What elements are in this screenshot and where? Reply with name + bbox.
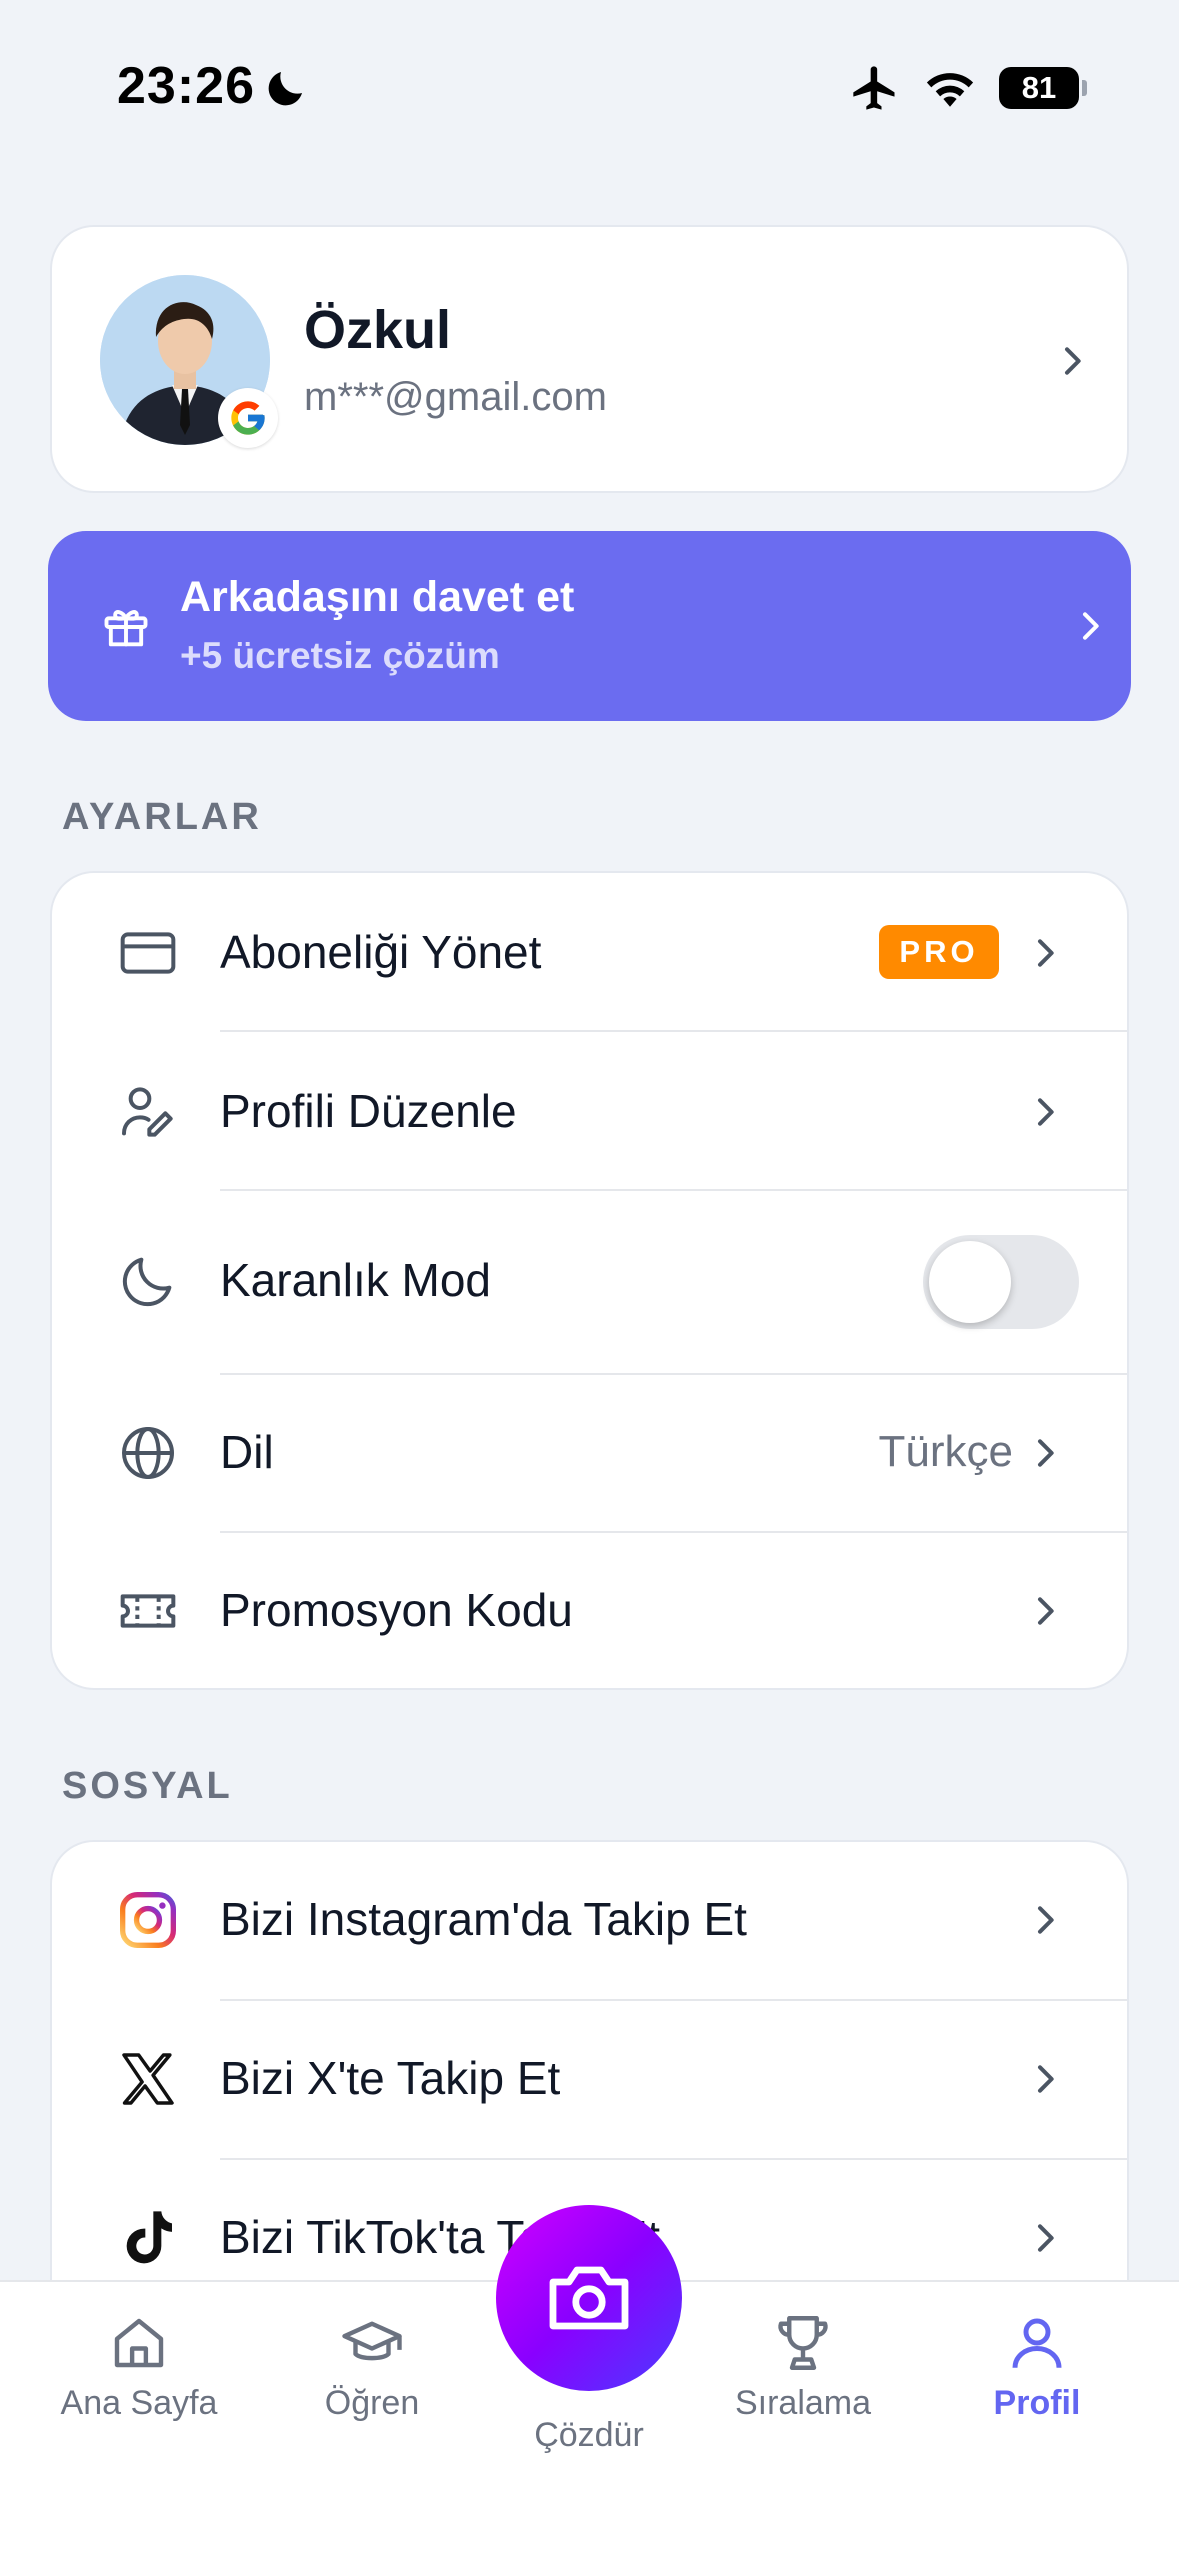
battery-level: 81: [1021, 70, 1057, 105]
settings-item-promo-code[interactable]: Promosyon Kodu: [52, 1533, 1127, 1688]
settings-item-edit-profile[interactable]: Profili Düzenle: [52, 1032, 1127, 1191]
tab-learn[interactable]: Öğren: [272, 2310, 472, 2423]
dark-mode-toggle[interactable]: [923, 1235, 1079, 1329]
tab-label-solve: Çözdür: [534, 2416, 644, 2454]
settings-item-label: Aboneliği Yönet: [220, 926, 542, 978]
graduation-cap-icon: [342, 2321, 402, 2361]
x-icon: [122, 2053, 174, 2105]
user-edit-icon: [122, 1087, 173, 1137]
settings-item-label: Dil: [220, 1426, 274, 1478]
section-title-settings: AYARLAR: [62, 796, 262, 838]
toggle-knob: [929, 1241, 1011, 1323]
status-icons: 81: [849, 62, 1087, 114]
settings-item-label: Profili Düzenle: [220, 1085, 517, 1137]
status-time: 23:26: [117, 57, 255, 115]
wifi-icon: [926, 73, 974, 107]
chevron-right-icon: [1038, 1597, 1054, 1625]
section-title-social: SOSYAL: [62, 1765, 233, 1807]
settings-list: Aboneliği Yönet PRO Profili Düzenle Kara…: [50, 871, 1129, 1690]
settings-item-label: Promosyon Kodu: [220, 1584, 573, 1636]
chevron-right-icon: [1083, 612, 1099, 640]
profile-card[interactable]: Özkul m***@gmail.com: [50, 225, 1129, 493]
moon-icon: [268, 72, 302, 106]
social-item-instagram[interactable]: Bizi Instagram'da Takip Et: [52, 1842, 1127, 2001]
social-item-x[interactable]: Bizi X'te Takip Et: [52, 2001, 1127, 2160]
globe-icon: [122, 1427, 174, 1479]
chevron-right-icon: [1038, 1439, 1054, 1467]
status-bar: 23:26 81: [0, 0, 1179, 175]
profile-email: m***@gmail.com: [304, 375, 607, 419]
settings-item-dark-mode: Karanlık Mod: [52, 1191, 1127, 1373]
google-icon: [218, 388, 278, 448]
tab-label: Öğren: [324, 2384, 420, 2422]
ticket-icon: [120, 1594, 176, 1628]
tiktok-icon: [126, 2211, 172, 2264]
pro-badge: PRO: [879, 925, 999, 979]
chevron-right-icon: [1038, 1098, 1054, 1126]
tab-label: Ana Sayfa: [60, 2384, 218, 2422]
chevron-right-icon: [1038, 1906, 1054, 1934]
social-item-label: Bizi Instagram'da Takip Et: [220, 1893, 747, 1945]
tab-label: Profil: [993, 2384, 1081, 2422]
solve-camera-button[interactable]: [496, 2205, 682, 2391]
settings-item-subscription[interactable]: Aboneliği Yönet PRO: [52, 873, 1127, 1032]
trophy-icon: [778, 2316, 828, 2370]
chevron-right-icon: [1038, 2065, 1054, 2093]
gift-icon: [104, 610, 148, 647]
camera-icon: [549, 2266, 629, 2330]
tab-home[interactable]: Ana Sayfa: [39, 2310, 239, 2423]
invite-subtitle: +5 ücretsiz çözüm: [180, 635, 500, 676]
settings-item-language[interactable]: Dil Türkçe: [52, 1375, 1127, 1533]
chevron-right-icon: [1065, 347, 1081, 375]
tab-ranking[interactable]: Sıralama: [703, 2310, 903, 2423]
social-item-label: Bizi X'te Takip Et: [220, 2052, 561, 2104]
airplane-icon: [853, 66, 895, 110]
user-icon: [1012, 2318, 1062, 2368]
chevron-right-icon: [1038, 2224, 1054, 2252]
settings-item-label: Karanlık Mod: [220, 1254, 492, 1306]
moon-icon: [122, 1257, 172, 1307]
instagram-icon: [120, 1892, 176, 1948]
profile-name: Özkul: [304, 300, 452, 360]
language-value: Türkçe: [878, 1427, 1013, 1476]
chevron-right-icon: [1038, 939, 1054, 967]
invite-friend-banner[interactable]: Arkadaşını davet et +5 ücretsiz çözüm: [48, 531, 1131, 721]
tab-profile[interactable]: Profil: [937, 2310, 1137, 2423]
home-icon: [114, 2318, 164, 2368]
credit-card-icon: [120, 932, 176, 974]
battery-icon: 81: [999, 67, 1087, 109]
invite-title: Arkadaşını davet et: [180, 573, 575, 621]
tab-label: Sıralama: [734, 2384, 872, 2422]
